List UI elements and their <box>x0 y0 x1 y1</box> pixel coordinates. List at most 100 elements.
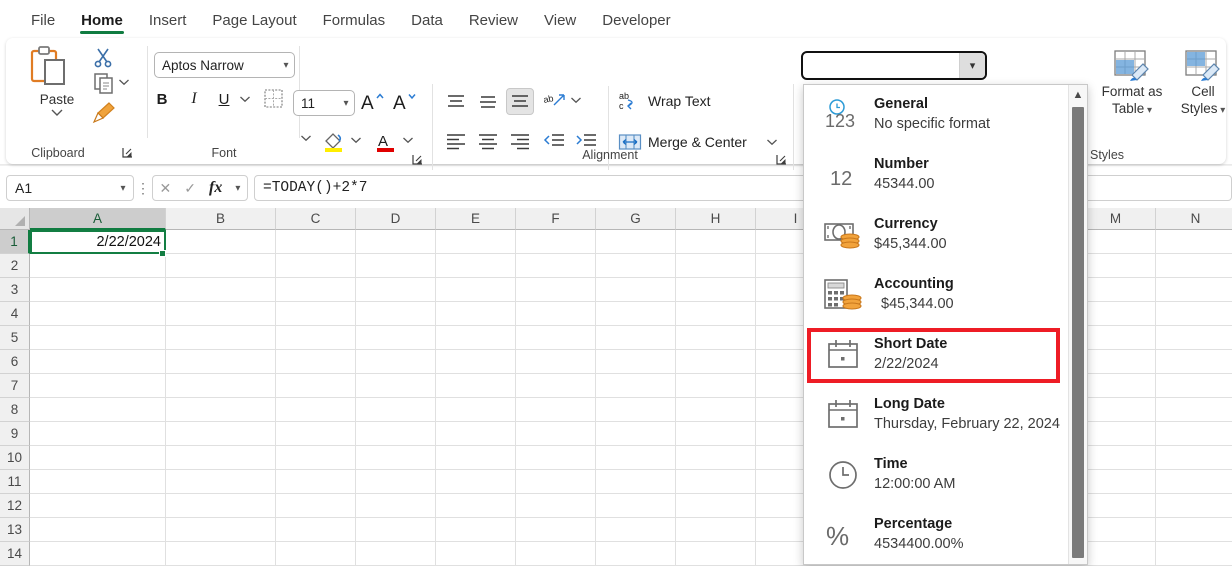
cell-E9[interactable] <box>436 422 516 446</box>
cell-N11[interactable] <box>1156 470 1232 494</box>
cell-B14[interactable] <box>166 542 276 566</box>
cell-M7[interactable] <box>1076 374 1156 398</box>
column-header-N[interactable]: N <box>1156 208 1232 230</box>
cell-N8[interactable] <box>1156 398 1232 422</box>
number-format-item-number[interactable]: 12 Number 45344.00 <box>804 145 1068 205</box>
cell-E3[interactable] <box>436 278 516 302</box>
cell-F4[interactable] <box>516 302 596 326</box>
cell-M8[interactable] <box>1076 398 1156 422</box>
scroll-up-arrow-icon[interactable]: ▲ <box>1069 88 1087 102</box>
cell-G13[interactable] <box>596 518 676 542</box>
cell-H3[interactable] <box>676 278 756 302</box>
cell-C9[interactable] <box>276 422 356 446</box>
cell-B1[interactable] <box>166 230 276 254</box>
cell-C4[interactable] <box>276 302 356 326</box>
cell-E2[interactable] <box>436 254 516 278</box>
cell-M14[interactable] <box>1076 542 1156 566</box>
cell-B6[interactable] <box>166 350 276 374</box>
chevron-down-icon[interactable]: ▾ <box>113 183 133 194</box>
align-top-button[interactable] <box>443 90 469 114</box>
align-bottom-button[interactable] <box>506 88 534 115</box>
cell-H9[interactable] <box>676 422 756 446</box>
row-header-13[interactable]: 13 <box>0 518 30 542</box>
cut-button[interactable] <box>92 46 114 68</box>
cell-F6[interactable] <box>516 350 596 374</box>
row-header-7[interactable]: 7 <box>0 374 30 398</box>
cell-E11[interactable] <box>436 470 516 494</box>
cell-A12[interactable] <box>30 494 166 518</box>
cell-H11[interactable] <box>676 470 756 494</box>
cell-M1[interactable] <box>1076 230 1156 254</box>
cell-E6[interactable] <box>436 350 516 374</box>
chevron-down-icon[interactable]: ▾ <box>1217 105 1225 116</box>
cell-B3[interactable] <box>166 278 276 302</box>
cell-M6[interactable] <box>1076 350 1156 374</box>
column-header-B[interactable]: B <box>166 208 276 230</box>
cell-N1[interactable] <box>1156 230 1232 254</box>
cell-A6[interactable] <box>30 350 166 374</box>
cell-G7[interactable] <box>596 374 676 398</box>
cell-H12[interactable] <box>676 494 756 518</box>
cell-C8[interactable] <box>276 398 356 422</box>
orientation-button[interactable]: ab <box>543 90 569 114</box>
borders-dropdown-arrow[interactable] <box>300 134 312 142</box>
decrease-font-size-button[interactable]: A <box>392 90 418 114</box>
row-header-1[interactable]: 1 <box>0 230 30 254</box>
cell-D8[interactable] <box>356 398 436 422</box>
cell-D5[interactable] <box>356 326 436 350</box>
cell-M9[interactable] <box>1076 422 1156 446</box>
name-box[interactable]: A1 ▾ <box>6 175 134 201</box>
cell-D4[interactable] <box>356 302 436 326</box>
cell-F5[interactable] <box>516 326 596 350</box>
cell-C1[interactable] <box>276 230 356 254</box>
cell-B10[interactable] <box>166 446 276 470</box>
number-format-item-long-date[interactable]: Long Date Thursday, February 22, 2024 <box>804 385 1068 445</box>
ribbon-tab-review[interactable]: Review <box>456 13 531 36</box>
cell-A5[interactable] <box>30 326 166 350</box>
cell-E12[interactable] <box>436 494 516 518</box>
cell-C7[interactable] <box>276 374 356 398</box>
cell-B7[interactable] <box>166 374 276 398</box>
cell-H4[interactable] <box>676 302 756 326</box>
cell-N9[interactable] <box>1156 422 1232 446</box>
cell-F9[interactable] <box>516 422 596 446</box>
ribbon-tab-developer[interactable]: Developer <box>589 13 683 36</box>
row-header-5[interactable]: 5 <box>0 326 30 350</box>
cell-N4[interactable] <box>1156 302 1232 326</box>
cell-C13[interactable] <box>276 518 356 542</box>
cell-M12[interactable] <box>1076 494 1156 518</box>
ribbon-tab-file[interactable]: File <box>18 13 68 36</box>
cell-M4[interactable] <box>1076 302 1156 326</box>
ribbon-tab-view[interactable]: View <box>531 13 589 36</box>
column-header-M[interactable]: M <box>1076 208 1156 230</box>
cell-A4[interactable] <box>30 302 166 326</box>
column-header-F[interactable]: F <box>516 208 596 230</box>
cell-B2[interactable] <box>166 254 276 278</box>
row-header-11[interactable]: 11 <box>0 470 30 494</box>
cell-G12[interactable] <box>596 494 676 518</box>
cell-N7[interactable] <box>1156 374 1232 398</box>
font-dialog-launcher[interactable] <box>412 154 424 166</box>
column-header-D[interactable]: D <box>356 208 436 230</box>
italic-button[interactable]: I <box>186 88 202 110</box>
orientation-dropdown-arrow[interactable] <box>570 96 582 104</box>
cell-A1[interactable]: 2/22/2024 <box>30 230 166 254</box>
row-header-2[interactable]: 2 <box>0 254 30 278</box>
enter-formula-button[interactable]: ✓ <box>184 180 196 197</box>
cell-B8[interactable] <box>166 398 276 422</box>
cell-H10[interactable] <box>676 446 756 470</box>
cell-M5[interactable] <box>1076 326 1156 350</box>
cell-B13[interactable] <box>166 518 276 542</box>
row-header-3[interactable]: 3 <box>0 278 30 302</box>
cell-F8[interactable] <box>516 398 596 422</box>
cell-F7[interactable] <box>516 374 596 398</box>
row-header-8[interactable]: 8 <box>0 398 30 422</box>
underline-dropdown-arrow[interactable] <box>238 92 252 106</box>
number-format-item-time[interactable]: Time 12:00:00 AM <box>804 445 1068 505</box>
cell-G4[interactable] <box>596 302 676 326</box>
cell-N5[interactable] <box>1156 326 1232 350</box>
cell-G2[interactable] <box>596 254 676 278</box>
cell-F12[interactable] <box>516 494 596 518</box>
ribbon-tab-insert[interactable]: Insert <box>136 13 200 36</box>
cell-N14[interactable] <box>1156 542 1232 566</box>
